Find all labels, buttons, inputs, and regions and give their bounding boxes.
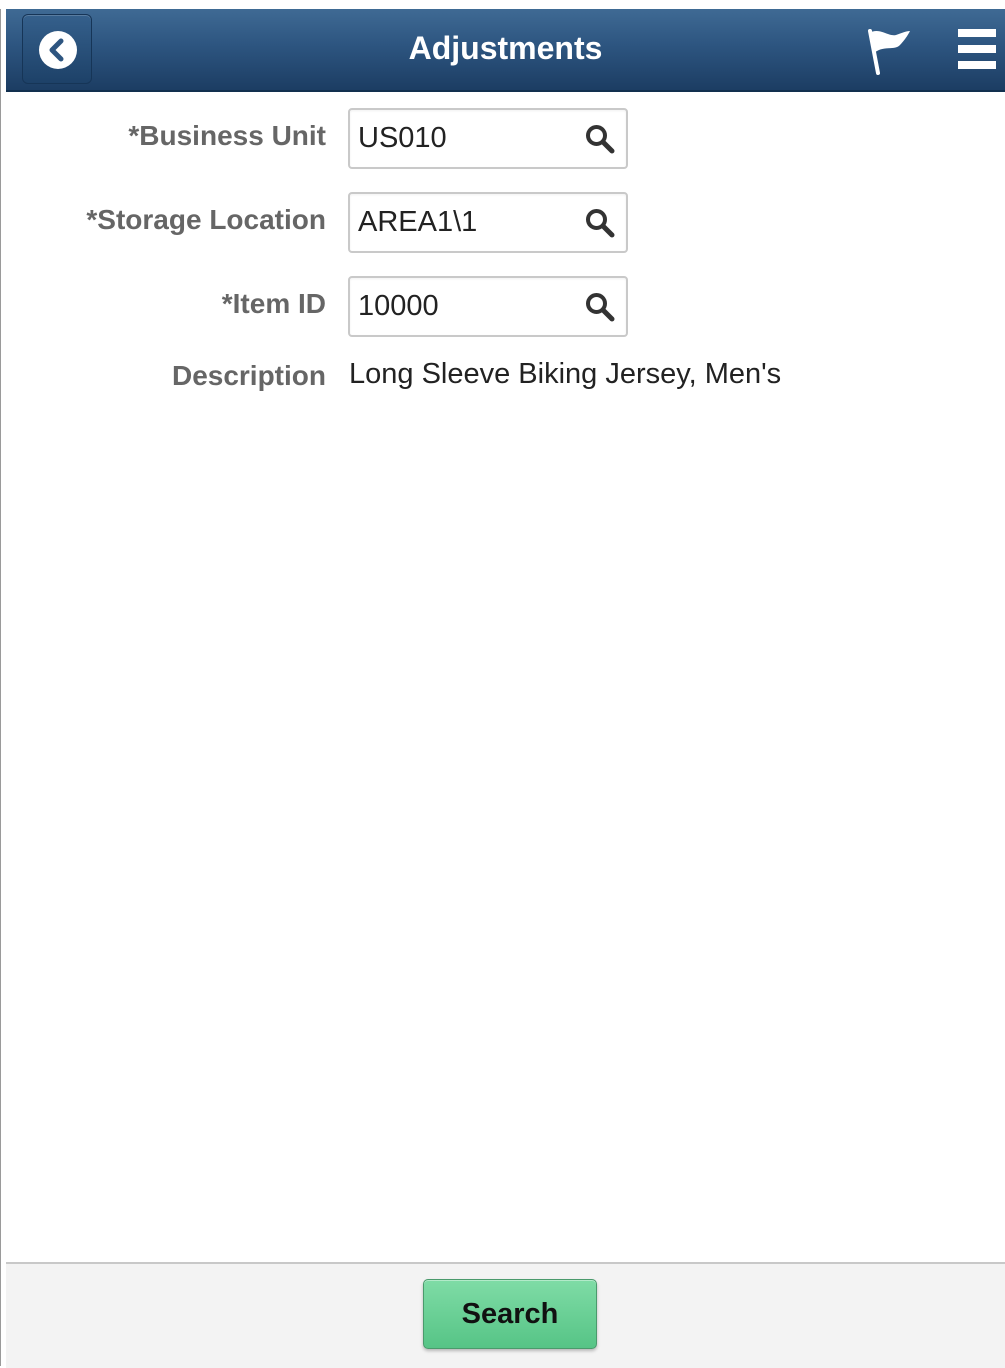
business-unit-label: *Business Unit [128,120,326,151]
business-unit-field[interactable] [348,108,628,169]
page-title: Adjustments [408,30,603,66]
footer-bar: Search [6,1262,1005,1368]
search-icon[interactable] [584,291,616,323]
item-id-input[interactable] [358,278,578,335]
storage-location-input[interactable] [358,194,578,251]
top-margin [0,0,1005,9]
item-id-field[interactable] [348,276,628,337]
search-icon[interactable] [584,207,616,239]
header-bar: Adjustments [6,9,1005,92]
hamburger-menu-icon[interactable] [956,23,998,75]
chevron-left-icon [39,31,77,69]
flag-icon[interactable] [860,23,916,79]
storage-location-field[interactable] [348,192,628,253]
search-icon[interactable] [584,123,616,155]
description-value: Long Sleeve Biking Jersey, Men's [349,358,782,390]
storage-location-label: *Storage Location [86,204,326,235]
back-button[interactable] [22,14,92,84]
item-id-label: *Item ID [221,288,326,319]
description-label: Description [171,360,326,391]
search-button[interactable]: Search [423,1279,597,1349]
business-unit-input[interactable] [358,110,578,167]
